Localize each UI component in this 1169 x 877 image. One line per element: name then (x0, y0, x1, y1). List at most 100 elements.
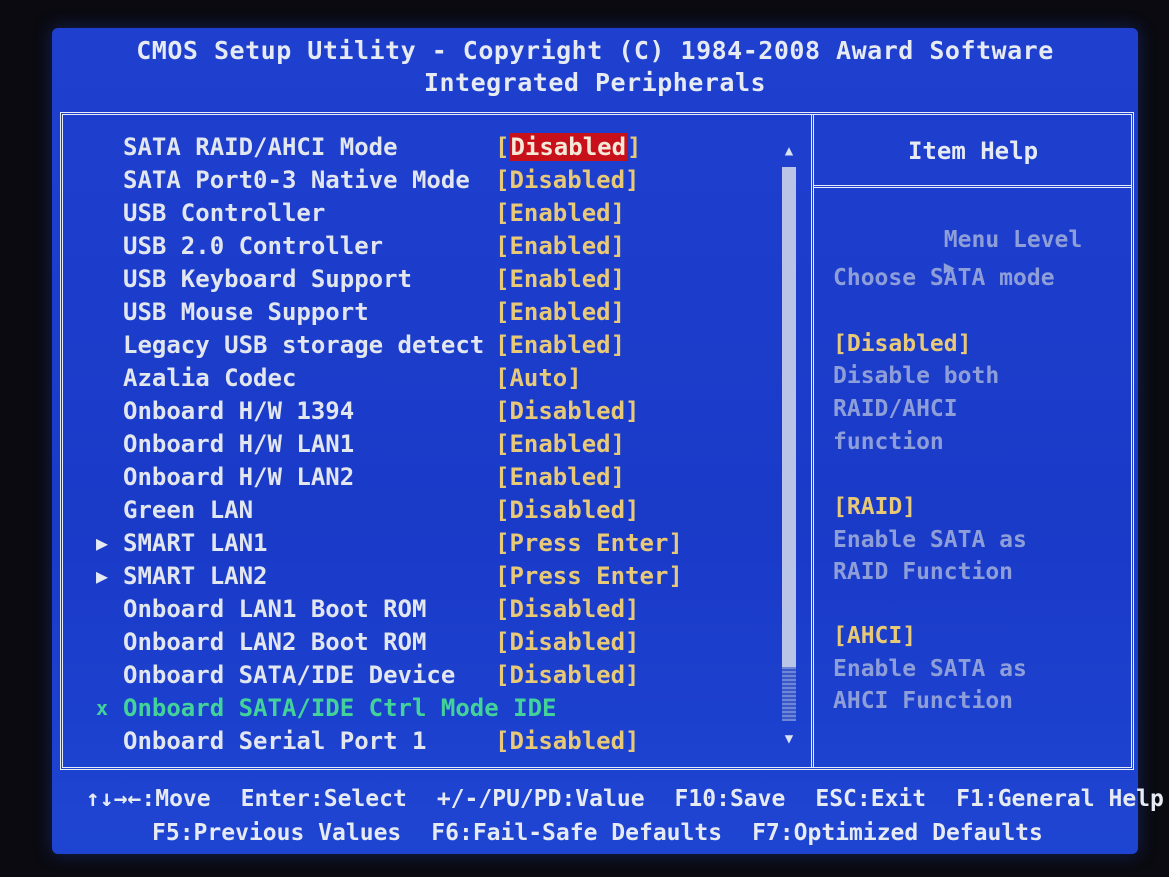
setting-row[interactable]: ▶ SMART LAN2 [Press Enter] (63, 560, 803, 593)
bracket-close: ] (625, 166, 640, 194)
value-text[interactable]: Enabled (509, 331, 610, 359)
setting-value[interactable]: [Enabled] (495, 428, 625, 461)
help-option: [AHCI] (833, 623, 917, 649)
setting-value[interactable]: [Auto] (495, 362, 582, 395)
setting-value[interactable]: [Disabled] (495, 131, 642, 164)
bracket-open: [ (495, 364, 510, 392)
key-action: :Move (141, 786, 211, 812)
setting-row[interactable]: USB 2.0 Controller [Enabled] (63, 230, 803, 263)
bracket-close: ] (627, 133, 642, 161)
setting-label: Legacy USB storage detect (123, 331, 485, 359)
bracket-open: [ (495, 166, 510, 194)
key-hint: F6:Fail-Safe Defaults (431, 820, 722, 846)
key-name: F10 (674, 786, 717, 812)
bracket-open: [ (495, 199, 510, 227)
bracket-close: ] (625, 727, 640, 755)
key-name: +/-/PU/PD (436, 786, 562, 812)
setting-value[interactable]: [Press Enter] (495, 527, 683, 560)
setting-value[interactable]: [Disabled] (495, 626, 640, 659)
value-text[interactable]: Enabled (509, 199, 610, 227)
setting-row[interactable]: Azalia Codec [Auto] (63, 362, 803, 395)
setting-row[interactable]: Legacy USB storage detect [Enabled] (63, 329, 803, 362)
key-name: F1 (956, 786, 984, 812)
setting-row[interactable]: Onboard H/W 1394 [Disabled] (63, 395, 803, 428)
value-text[interactable]: Disabled (509, 496, 625, 524)
setting-value[interactable]: [Enabled] (495, 197, 625, 230)
setting-value[interactable]: [Enabled] (495, 329, 625, 362)
key-hint: F10:Save (675, 786, 786, 812)
setting-row[interactable]: ▶ SMART LAN1 [Press Enter] (63, 527, 803, 560)
setting-row[interactable]: Onboard H/W LAN2 [Enabled] (63, 461, 803, 494)
value-text[interactable]: Press Enter (509, 529, 668, 557)
key-action: :Select (309, 786, 407, 812)
setting-value[interactable]: [Enabled] (495, 461, 625, 494)
bracket-close: ] (668, 529, 683, 557)
key-action: :General Help (983, 786, 1164, 812)
setting-row[interactable]: Onboard H/W LAN1 [Enabled] (63, 428, 803, 461)
setting-label: Green LAN (123, 496, 254, 524)
bracket-open: [ (495, 463, 510, 491)
value-text[interactable]: Disabled (509, 727, 625, 755)
setting-value[interactable]: [Disabled] (495, 395, 640, 428)
setting-label: Azalia Codec (123, 364, 297, 392)
setting-value[interactable]: [Disabled] (495, 494, 640, 527)
setting-row[interactable]: Onboard SATA/IDE Device [Disabled] (63, 659, 803, 692)
setting-label: USB Mouse Support (123, 298, 369, 326)
setting-value[interactable]: [Disabled] (495, 659, 640, 692)
unavailable-icon: x (96, 696, 109, 720)
bios-screen: CMOS Setup Utility - Copyright (C) 1984-… (52, 28, 1164, 854)
setting-label: Onboard LAN1 Boot ROM (123, 595, 427, 623)
bracket-open: [ (495, 496, 510, 524)
bracket-open: [ (495, 628, 510, 656)
setting-label: USB 2.0 Controller (123, 232, 384, 260)
value-text[interactable]: Disabled (509, 661, 625, 689)
bracket-close: ] (610, 463, 626, 491)
setting-value[interactable]: [Disabled] (495, 164, 640, 197)
help-divider (814, 185, 1132, 188)
setting-value[interactable]: [Enabled] (495, 263, 625, 296)
setting-row[interactable]: Onboard Serial Port 1 [Disabled] (63, 725, 803, 758)
key-name: Enter (240, 786, 310, 812)
help-option: [Disabled] (833, 331, 972, 357)
scroll-up-icon[interactable]: ▲ (779, 143, 799, 159)
value-text[interactable]: Auto (509, 364, 567, 392)
value-text[interactable]: Disabled (509, 166, 625, 194)
setting-row[interactable]: USB Controller [Enabled] (63, 197, 803, 230)
value-text[interactable]: Disabled (509, 628, 625, 656)
value-text[interactable]: Enabled (509, 463, 610, 491)
setting-row[interactable]: Onboard LAN2 Boot ROM [Disabled] (63, 626, 803, 659)
key-legend-line-2: F5:Previous Values F6:Fail-Safe Defaults F… (152, 820, 1169, 846)
setting-value[interactable]: [Enabled] (495, 296, 625, 329)
value-text[interactable]: Press Enter (509, 562, 668, 590)
scroll-down-icon[interactable]: ▼ (779, 731, 799, 747)
key-hint: F5:Previous Values (152, 820, 401, 846)
selected-value[interactable]: Disabled (509, 133, 628, 161)
scrollbar[interactable]: ▲ ▼ (779, 143, 799, 747)
help-text: RAID/AHCI (833, 396, 958, 422)
setting-row[interactable]: USB Keyboard Support [Enabled] (63, 263, 803, 296)
value-text[interactable]: Enabled (509, 430, 610, 458)
page-title: Integrated Peripherals (423, 68, 767, 97)
setting-row[interactable]: Green LAN [Disabled] (63, 494, 803, 527)
setting-row[interactable]: USB Mouse Support [Enabled] (63, 296, 803, 329)
scroll-thumb[interactable] (782, 167, 796, 667)
setting-value[interactable]: [Disabled] (495, 593, 640, 626)
value-text[interactable]: Enabled (509, 298, 610, 326)
help-text: Enable SATA as (833, 527, 1027, 553)
value-text[interactable]: Enabled (509, 232, 610, 260)
setting-value[interactable]: [Disabled] (495, 725, 640, 758)
bracket-open: [ (495, 298, 510, 326)
value-text[interactable]: Enabled (509, 265, 610, 293)
setting-row[interactable]: SATA RAID/AHCI Mode [Disabled] (63, 131, 803, 164)
setting-row[interactable]: SATA Port0-3 Native Mode [Disabled] (63, 164, 803, 197)
value-text[interactable]: Disabled (509, 397, 625, 425)
key-hint: F7:Optimized Defaults (752, 820, 1043, 846)
setting-value[interactable]: [Press Enter] (495, 560, 683, 593)
key-name: ESC (815, 786, 857, 812)
key-hint: ESC:Exit (815, 786, 926, 812)
setting-value[interactable]: [Enabled] (495, 230, 625, 263)
bracket-close: ] (625, 496, 640, 524)
setting-row[interactable]: Onboard LAN1 Boot ROM [Disabled] (63, 593, 803, 626)
value-text[interactable]: Disabled (509, 595, 625, 623)
key-name: F7 (752, 820, 780, 846)
